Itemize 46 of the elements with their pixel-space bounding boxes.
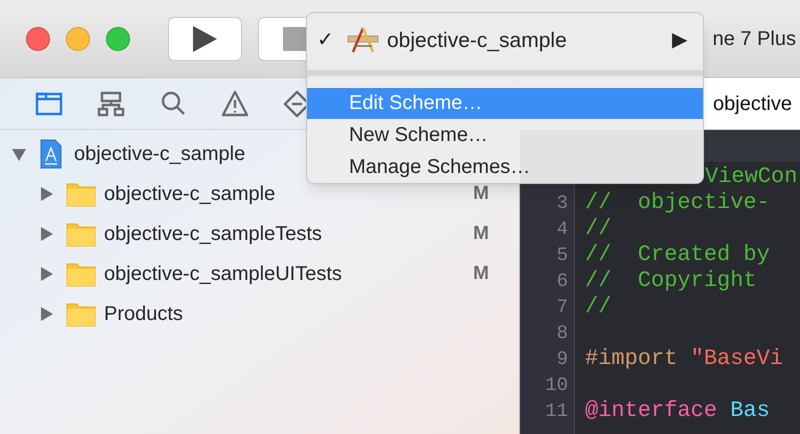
line-number: 6 <box>556 270 568 292</box>
group-name[interactable]: Products <box>104 299 183 329</box>
code-line: @interface Bas <box>585 398 770 424</box>
menu-item[interactable]: New Scheme… <box>307 119 703 152</box>
code-line: #import "BaseVi <box>585 346 784 372</box>
scheme-name: objective-c_sample <box>387 28 567 54</box>
group-name[interactable]: objective-c_sampleUITests <box>104 259 342 289</box>
code-line: // <box>585 294 612 320</box>
code-line: ViewCon <box>705 164 798 190</box>
line-number: 8 <box>556 322 568 344</box>
disclosure-triangle-icon[interactable] <box>40 267 54 281</box>
disclosure-triangle-icon[interactable] <box>12 147 26 161</box>
modified-status-label: M <box>473 182 489 206</box>
editor-tab[interactable]: objective <box>713 88 792 118</box>
submenu-arrow: ▶ <box>672 28 687 54</box>
warning-icon[interactable] <box>220 88 250 118</box>
group-name[interactable]: objective-c_sample <box>104 179 276 209</box>
run-button[interactable] <box>168 16 242 60</box>
line-number: 3 <box>556 192 568 214</box>
group-name[interactable]: objective-c_sampleTests <box>104 219 322 249</box>
code-line: // Created by <box>585 242 770 268</box>
menu-item[interactable]: Manage Schemes… <box>307 151 703 183</box>
close-button[interactable] <box>26 26 50 50</box>
line-number: 7 <box>556 296 568 318</box>
disclosure-triangle-icon[interactable] <box>40 227 54 241</box>
disclosure-triangle-icon[interactable] <box>40 307 54 321</box>
line-number: 5 <box>556 244 568 266</box>
project-file-icon <box>40 139 62 169</box>
scheme-menu-item[interactable]: ✓ objective-c_sample ▶ <box>307 23 703 58</box>
modified-status-label: M <box>473 262 489 286</box>
zoom-button[interactable] <box>106 26 130 50</box>
play-icon <box>193 26 217 52</box>
line-number: 4 <box>556 218 568 240</box>
code-line: // Copyright <box>585 268 757 294</box>
scheme-destination[interactable]: ne 7 Plus <box>712 24 796 54</box>
line-number: 11 <box>545 400 568 422</box>
project-name[interactable]: objective-c_sample <box>74 139 246 169</box>
code-line: // objective- <box>585 190 770 216</box>
checkmark: ✓ <box>317 28 334 54</box>
modified-status-label: M <box>473 222 489 246</box>
stop-icon <box>283 26 307 50</box>
disclosure-triangle-icon[interactable] <box>40 187 54 201</box>
code-line: // <box>585 216 612 242</box>
line-number: 10 <box>545 374 568 396</box>
line-number: 9 <box>556 348 568 370</box>
app-tools-icon <box>347 27 379 54</box>
